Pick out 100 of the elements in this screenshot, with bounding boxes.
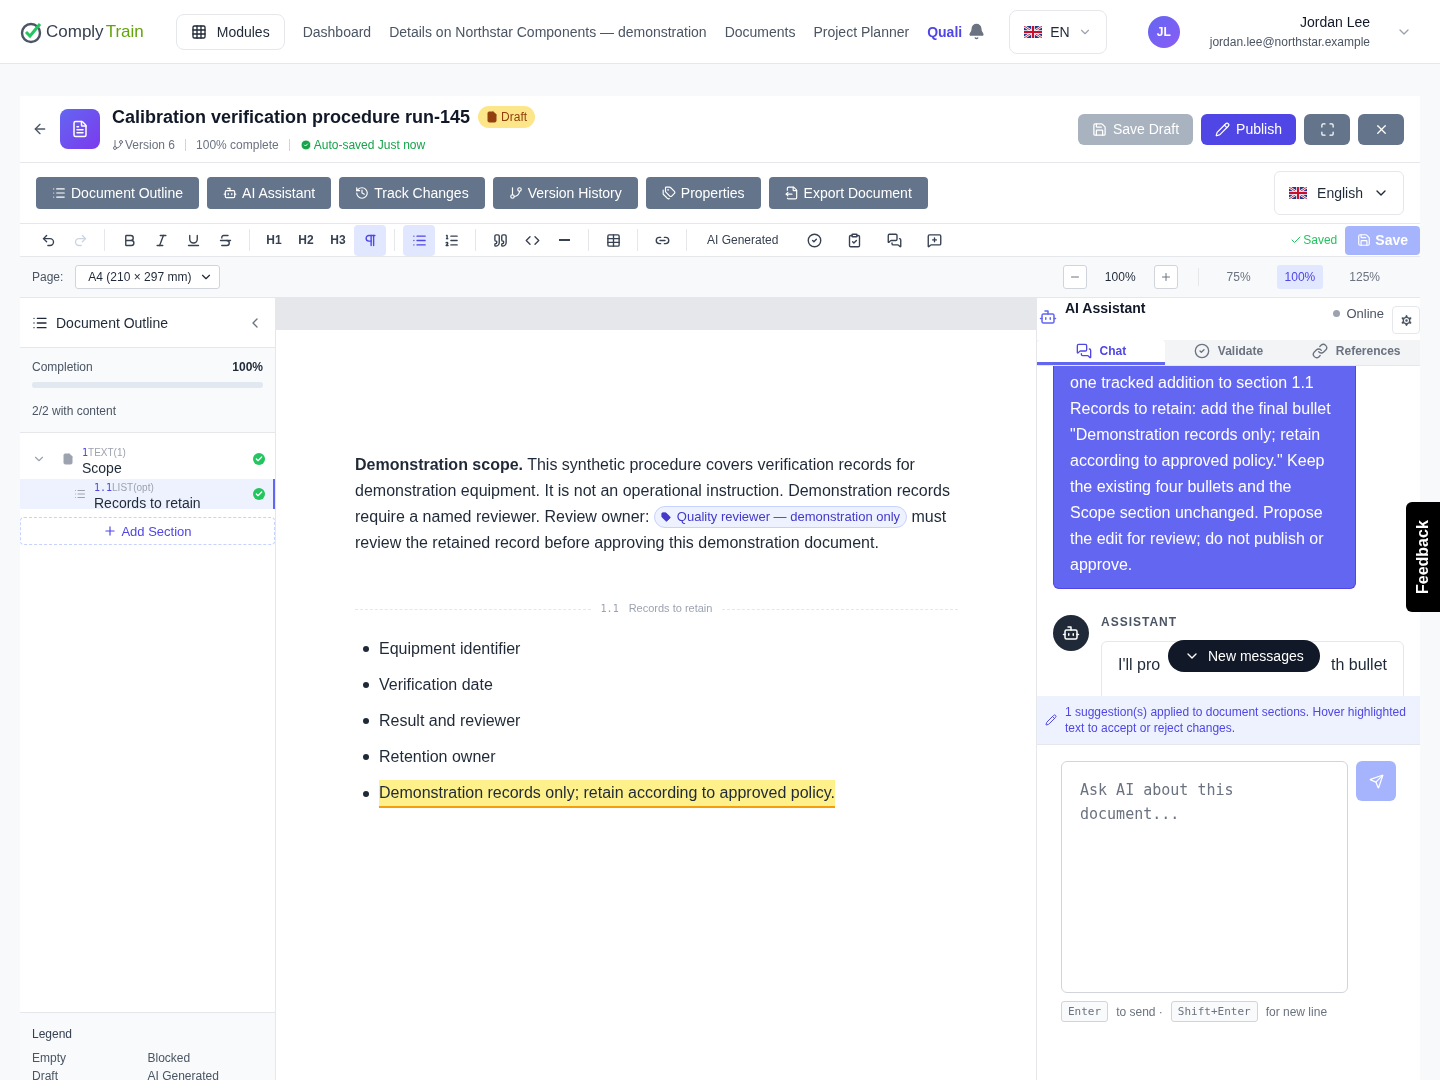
- panel-button[interactable]: Export Document: [768, 177, 928, 209]
- content-count: 2/2 with content: [32, 404, 118, 418]
- format-button[interactable]: H3: [322, 224, 354, 256]
- check-circle-icon: [806, 232, 822, 248]
- zoom-preset[interactable]: 75%: [1218, 265, 1259, 289]
- history-icon: [355, 186, 370, 200]
- outline-item[interactable]: 1.1LIST(opt) Records to retain: [20, 479, 275, 509]
- user-message: one tracked addition to section 1.1 Records to retain: add the final bullet "Demonstration records only; retain according to approved policy." Keep the existing four bullets and the Scope section unchanged. Propose the edit for review; do not publish or approve.: [1053, 366, 1356, 589]
- file-export-icon: [784, 186, 799, 200]
- clipboard-check-icon: [846, 232, 862, 248]
- bullet-icon: [363, 682, 369, 689]
- paragraph: Demonstration scope. This synthetic procedure covers verification records for demonstration equipment. It is not an operational instruction. Demonstration records require a named reviewer. Review owner: Quality reviewer — demonstration only must review the retained record before approving this demonstration document.: [355, 455, 951, 554]
- table-icon: [605, 232, 621, 248]
- key-hint: Shift+Enter: [1170, 1001, 1258, 1022]
- tracked-addition[interactable]: Demonstration records only; retain according to approved policy.: [379, 780, 835, 809]
- panel-button[interactable]: Version History: [492, 177, 638, 209]
- add-comment-icon: [926, 232, 942, 248]
- tab[interactable]: References: [1292, 340, 1420, 365]
- file-icon: [71, 120, 89, 138]
- page-size-select[interactable]: A4 (210 × 297 mm): [75, 265, 221, 289]
- numbered-list-icon: [443, 232, 459, 248]
- key-hint: Enter: [1061, 1001, 1109, 1022]
- back-icon[interactable]: [32, 121, 48, 137]
- zoom-preset[interactable]: 125%: [1341, 265, 1388, 289]
- notifications-icon[interactable]: [968, 23, 986, 40]
- robot-icon: [1039, 308, 1057, 326]
- nav-link[interactable]: Documents: [724, 23, 796, 40]
- outline-title: Document Outline: [56, 314, 169, 331]
- section-title: Records to retain: [628, 601, 713, 617]
- completion-value: 100%: [232, 360, 263, 374]
- user-avatar: JL: [1147, 15, 1180, 48]
- bulleted-list-button[interactable]: [403, 224, 435, 256]
- language-select[interactable]: EN: [1009, 9, 1107, 54]
- nav-link[interactable]: Details on Northstar Components — demonstration: [389, 23, 707, 40]
- bullet-icon: [363, 791, 369, 798]
- close-button[interactable]: [1358, 113, 1404, 145]
- user-email: jordan.lee@northstar.example: [1209, 35, 1370, 49]
- underline-icon: [185, 232, 201, 248]
- pilcrow-button[interactable]: [354, 224, 386, 256]
- language-select[interactable]: English: [1274, 171, 1404, 215]
- list-item: Result and reviewer: [379, 711, 521, 732]
- chat-icon: [1075, 343, 1092, 359]
- legend-title: Legend: [32, 1027, 74, 1041]
- quote-icon: [492, 232, 508, 248]
- fullscreen-icon: [1319, 121, 1335, 137]
- saved-status: Saved: [1303, 233, 1338, 247]
- autosave-status: Auto-saved Just now: [313, 138, 426, 152]
- legend-item: AI Generated: [147, 1069, 220, 1080]
- notice-text: 1 suggestion(s) applied to document sections. Hover highlighted text to accept or reject changes.: [1065, 704, 1407, 736]
- new-messages-button[interactable]: New messages: [1168, 640, 1320, 672]
- add-section-button[interactable]: Add Section: [20, 517, 275, 545]
- format-button[interactable]: AI Generated: [695, 224, 791, 256]
- nav-link[interactable]: Dashboard: [302, 23, 372, 40]
- user-name: Jordan Lee: [1299, 14, 1370, 30]
- check-circle-icon: [299, 139, 312, 151]
- reviewer-chip[interactable]: Quality reviewer — demonstration only: [653, 506, 908, 529]
- panel-button[interactable]: AI Assistant: [207, 177, 332, 209]
- tab[interactable]: Chat: [1037, 340, 1165, 365]
- nav-link[interactable]: Quali: [927, 23, 963, 40]
- feedback-button[interactable]: Feedback: [1406, 502, 1440, 612]
- publish-button[interactable]: Publish: [1201, 113, 1296, 145]
- bullet-icon: [363, 754, 369, 761]
- hint-text: for new line: [1265, 1004, 1328, 1019]
- modules-button[interactable]: Modules: [175, 13, 285, 50]
- settings-button[interactable]: [1392, 306, 1420, 334]
- plus-icon: [103, 524, 118, 538]
- sender-label: ASSISTANT: [1101, 615, 1178, 629]
- tags-icon: [661, 186, 676, 200]
- tag-icon: [660, 512, 671, 523]
- panel-button[interactable]: Properties: [645, 177, 761, 209]
- nav-link[interactable]: Project Planner: [813, 23, 910, 40]
- list-icon: [74, 488, 86, 500]
- strikethrough-icon: [217, 232, 233, 248]
- outline-item[interactable]: 1TEXT(1) Scope: [20, 439, 275, 479]
- bulleted-list-icon: [411, 232, 427, 248]
- panel-button[interactable]: Document Outline: [36, 177, 200, 209]
- format-button[interactable]: H2: [290, 224, 322, 256]
- robot-icon: [1062, 624, 1080, 642]
- link-icon: [1311, 343, 1328, 359]
- document-title: Calibration verification procedure run-145: [112, 106, 471, 128]
- message-input[interactable]: Ask AI about this document...: [1061, 761, 1348, 993]
- pilcrow-icon: [362, 232, 378, 248]
- italic-icon: [153, 232, 169, 248]
- zoom-preset[interactable]: 100%: [1276, 265, 1324, 289]
- section-number: 1.1: [600, 602, 619, 617]
- legend-item: Draft: [32, 1069, 59, 1080]
- page-label: Page:: [32, 270, 64, 284]
- version-label: Version 6: [125, 138, 176, 152]
- document-icon: [486, 111, 499, 123]
- completion-label: Completion: [32, 360, 93, 374]
- redo-icon: [72, 232, 88, 248]
- format-button[interactable]: H1: [258, 224, 290, 256]
- flag-icon: [1024, 25, 1043, 38]
- status-label: Online: [1346, 306, 1384, 321]
- tab[interactable]: Validate: [1164, 340, 1293, 365]
- bullet-icon: [363, 718, 369, 725]
- comments-icon: [886, 232, 902, 248]
- panel-button[interactable]: Track Changes: [339, 177, 485, 209]
- list-item: Retention owner: [379, 747, 496, 768]
- fullscreen-button[interactable]: [1304, 113, 1350, 145]
